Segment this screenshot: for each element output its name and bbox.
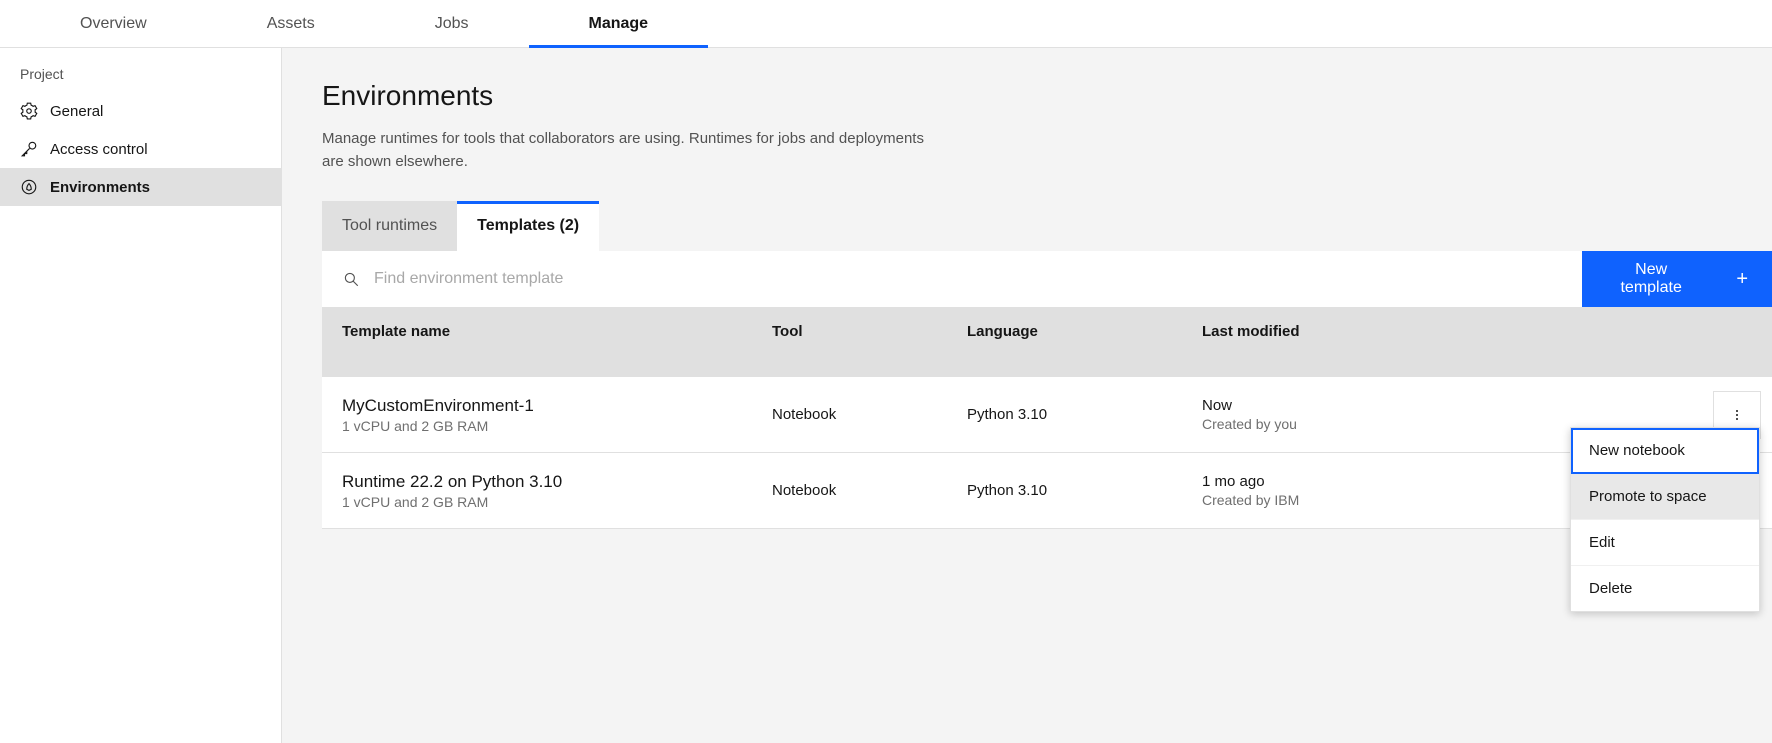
menu-item-delete[interactable]: Delete: [1571, 566, 1759, 611]
row-actions-menu: New notebook Promote to space Edit Delet…: [1570, 427, 1760, 612]
sidebar-item-environments[interactable]: Environments: [0, 168, 281, 206]
th-modified: Last modified: [1202, 323, 1702, 340]
table-header: Template name Tool Language Last modifie…: [322, 307, 1772, 377]
sidebar-item-access-control[interactable]: Access control: [0, 130, 281, 168]
menu-item-new-notebook[interactable]: New notebook: [1571, 428, 1759, 474]
tab-jobs[interactable]: Jobs: [375, 0, 529, 47]
search-input[interactable]: [374, 270, 1582, 288]
page-description: Manage runtimes for tools that collabora…: [322, 128, 942, 173]
template-specs: 1 vCPU and 2 GB RAM: [342, 418, 772, 434]
table-row[interactable]: MyCustomEnvironment-1 1 vCPU and 2 GB RA…: [322, 377, 1772, 453]
template-modified: Now: [1202, 397, 1702, 414]
template-name: Runtime 22.2 on Python 3.10: [342, 472, 772, 492]
sidebar: Project General Access control: [0, 48, 282, 743]
search-wrap: [322, 251, 1582, 307]
sidebar-item-label: Access control: [50, 141, 148, 158]
plus-icon: +: [1736, 268, 1748, 291]
new-template-button[interactable]: New template +: [1582, 251, 1772, 307]
sub-tab-templates[interactable]: Templates (2): [457, 201, 599, 251]
main-content: Environments Manage runtimes for tools t…: [282, 48, 1772, 743]
page-title: Environments: [322, 80, 1772, 112]
sidebar-item-general[interactable]: General: [0, 92, 281, 130]
template-specs: 1 vCPU and 2 GB RAM: [342, 494, 772, 510]
sidebar-item-label: Environments: [50, 179, 150, 196]
th-language: Language: [967, 323, 1202, 340]
sidebar-item-label: General: [50, 103, 103, 120]
th-name: Template name: [322, 323, 772, 340]
menu-item-promote[interactable]: Promote to space: [1571, 474, 1759, 520]
search-icon: [342, 270, 360, 288]
gear-icon: [20, 102, 38, 120]
kebab-icon: [1729, 407, 1745, 423]
top-tabs: Overview Assets Jobs Manage: [0, 0, 1772, 48]
sub-tab-tool-runtimes[interactable]: Tool runtimes: [322, 201, 457, 251]
th-tool: Tool: [772, 323, 967, 340]
template-tool: Notebook: [772, 406, 967, 423]
tab-overview[interactable]: Overview: [20, 0, 207, 47]
rocket-icon: [20, 178, 38, 196]
tab-manage[interactable]: Manage: [529, 0, 709, 47]
template-name: MyCustomEnvironment-1: [342, 396, 772, 416]
menu-item-edit[interactable]: Edit: [1571, 520, 1759, 566]
new-template-label: New template: [1606, 261, 1696, 297]
template-tool: Notebook: [772, 482, 967, 499]
sub-tabs: Tool runtimes Templates (2): [322, 201, 1772, 251]
template-language: Python 3.10: [967, 406, 1202, 423]
sidebar-heading: Project: [0, 48, 281, 92]
table-row[interactable]: Runtime 22.2 on Python 3.10 1 vCPU and 2…: [322, 453, 1772, 529]
template-language: Python 3.10: [967, 482, 1202, 499]
tab-assets[interactable]: Assets: [207, 0, 375, 47]
toolbar: New template +: [322, 251, 1772, 307]
key-icon: [20, 140, 38, 158]
